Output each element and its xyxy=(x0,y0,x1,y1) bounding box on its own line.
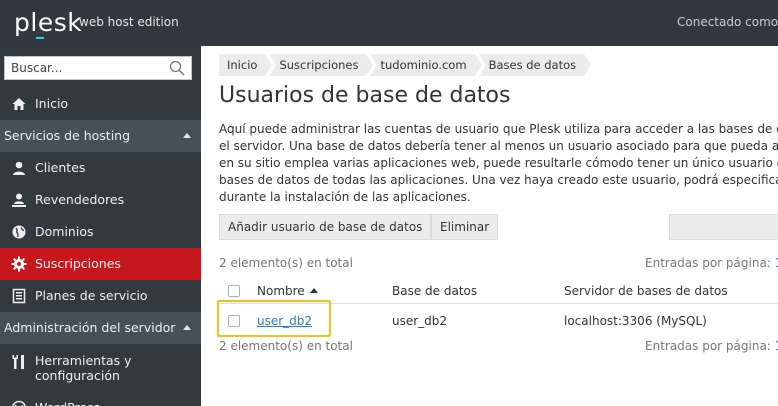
sidebar-item-suscripciones[interactable]: Suscripciones xyxy=(0,248,201,280)
main-content: Inicio Suscripciones tudominio.com Bases… xyxy=(201,46,778,406)
sidebar-item-label: WordPress xyxy=(35,392,100,406)
sidebar-item-inicio[interactable]: Inicio xyxy=(0,88,201,120)
column-header-servidor[interactable]: Servidor de bases de datos xyxy=(564,283,728,299)
sidebar-item-label: Inicio xyxy=(35,96,69,111)
sidebar-item-dominios[interactable]: Dominios xyxy=(0,216,201,248)
sidebar: Inicio Servicios de hosting Clientes Rev… xyxy=(0,46,201,406)
wordpress-icon xyxy=(12,400,26,406)
sidebar-item-label: Herramientas y configuración xyxy=(35,353,132,383)
items-count-top: 2 elemento(s) en total xyxy=(219,256,353,270)
gear-icon xyxy=(11,256,27,272)
logo-accent xyxy=(36,37,44,39)
breadcrumb-domain[interactable]: tudominio.com xyxy=(370,54,482,76)
sidebar-item-wordpress[interactable]: WordPress xyxy=(0,392,201,406)
top-bar: plesk web host edition Conectado como xyxy=(0,0,778,46)
sidebar-item-herramientas[interactable]: Herramientas y configuración xyxy=(0,346,201,390)
edition-label: web host edition xyxy=(79,15,179,29)
add-db-user-button[interactable]: Añadir usuario de base de datos xyxy=(219,214,432,240)
page-description: Aquí puede administrar las cuentas de us… xyxy=(219,122,778,204)
page-title: Usuarios de base de datos xyxy=(219,83,511,108)
select-all-checkbox[interactable] xyxy=(228,285,240,297)
entries-per-page-top: Entradas por página: 10 xyxy=(645,255,778,271)
reseller-icon xyxy=(12,193,26,207)
sort-ascending-icon xyxy=(309,288,318,293)
cell-database: user_db2 xyxy=(392,314,448,328)
section-label: Administración del servidor xyxy=(4,320,176,335)
plesk-logo[interactable]: plesk xyxy=(14,6,82,40)
search-input[interactable] xyxy=(5,57,165,79)
list-search-box[interactable] xyxy=(669,214,778,240)
tools-icon xyxy=(12,355,24,369)
column-header-base-datos[interactable]: Base de datos xyxy=(392,283,477,299)
search-box[interactable] xyxy=(4,56,192,80)
highlight-box xyxy=(217,300,331,337)
items-count-bottom: 2 elemento(s) en total xyxy=(219,339,353,353)
section-administracion-servidor[interactable]: Administración del servidor xyxy=(0,312,201,344)
user-icon xyxy=(13,161,25,175)
delete-button[interactable]: Eliminar xyxy=(431,214,499,240)
connected-as-label[interactable]: Conectado como xyxy=(677,14,778,30)
breadcrumb-inicio[interactable]: Inicio xyxy=(219,54,273,76)
sidebar-item-label: Planes de servicio xyxy=(35,288,148,303)
section-label: Servicios de hosting xyxy=(4,128,131,143)
globe-icon xyxy=(12,225,26,239)
breadcrumb-suscripciones[interactable]: Suscripciones xyxy=(269,54,374,76)
entries-per-page-bottom: Entradas por página: 10 xyxy=(645,338,778,354)
cell-server: localhost:3306 (MySQL) xyxy=(564,314,707,328)
collapse-caret-icon xyxy=(183,325,191,330)
home-icon xyxy=(12,98,26,110)
plan-icon xyxy=(12,288,26,304)
sidebar-item-label: Suscripciones xyxy=(35,256,121,271)
breadcrumb: Inicio Suscripciones tudominio.com Bases… xyxy=(219,54,591,76)
search-icon[interactable] xyxy=(169,60,185,76)
column-header-nombre[interactable]: Nombre xyxy=(257,283,318,299)
sidebar-item-revendedores[interactable]: Revendedores xyxy=(0,184,201,216)
breadcrumb-bases-de-datos[interactable]: Bases de datos xyxy=(478,54,591,76)
sidebar-item-label: Dominios xyxy=(35,224,94,239)
sidebar-item-planes[interactable]: Planes de servicio xyxy=(0,280,201,312)
sidebar-item-label: Revendedores xyxy=(35,192,125,207)
collapse-caret-icon xyxy=(183,133,191,138)
section-servicios-hosting[interactable]: Servicios de hosting xyxy=(0,120,201,152)
sidebar-item-clientes[interactable]: Clientes xyxy=(0,152,201,184)
sidebar-item-label: Clientes xyxy=(35,160,86,175)
